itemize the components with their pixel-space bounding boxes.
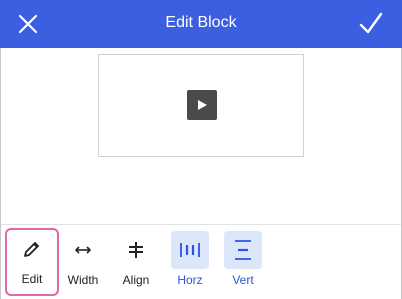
confirm-button[interactable]	[356, 9, 386, 39]
tool-horz-label: Horz	[177, 273, 203, 287]
tool-vert-label: Vert	[232, 273, 254, 287]
tool-align-label: Align	[122, 273, 150, 287]
tool-align[interactable]: Align	[109, 229, 163, 293]
edit-toolbar: Edit Width Align Horz Vert	[1, 224, 401, 299]
top-bar: Edit Block	[0, 0, 402, 48]
play-button[interactable]	[187, 90, 217, 120]
vertical-align-icon	[235, 240, 251, 260]
align-center-icon	[129, 242, 143, 258]
tool-edit[interactable]: Edit	[5, 228, 59, 296]
page-title: Edit Block	[165, 14, 237, 31]
horizontal-align-icon	[180, 243, 200, 257]
tool-horz[interactable]: Horz	[163, 229, 217, 293]
tool-edit-label: Edit	[21, 272, 43, 286]
tool-vert[interactable]: Vert	[216, 229, 270, 293]
tool-width[interactable]: Width	[56, 229, 110, 293]
horizontal-arrows-icon	[75, 246, 91, 254]
checkmark-icon	[359, 12, 383, 34]
video-block[interactable]	[98, 54, 304, 157]
tool-width-label: Width	[67, 273, 99, 287]
play-icon	[198, 100, 207, 110]
pencil-icon	[24, 242, 39, 257]
